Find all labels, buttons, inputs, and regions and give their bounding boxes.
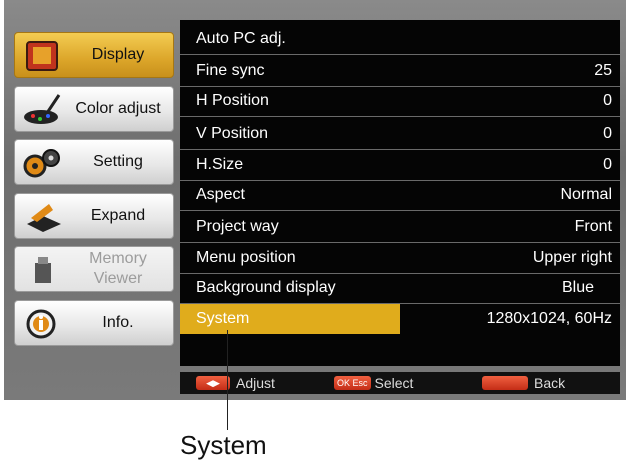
callout-label: System xyxy=(180,430,267,460)
sidebar-item-memory-viewer[interactable]: Memory Viewer xyxy=(14,246,174,292)
row-value: Front xyxy=(574,218,612,235)
adjust-arrows-icon: ◀▶ xyxy=(196,376,230,390)
row-value: Normal xyxy=(560,186,612,203)
color-adjust-icon xyxy=(24,94,61,124)
sidebar-item-display[interactable]: Display xyxy=(14,32,174,78)
row-label: V Position xyxy=(196,125,269,142)
row-value: 0 xyxy=(603,125,612,142)
sidebar-item-setting[interactable]: Setting xyxy=(14,139,174,185)
sidebar-item-label: Color adjust xyxy=(75,100,161,117)
row-value: Upper right xyxy=(532,249,612,266)
callout-line xyxy=(227,330,228,430)
expand-icon xyxy=(27,204,61,232)
row-label: System xyxy=(196,310,250,327)
sidebar-item-expand[interactable]: Expand xyxy=(14,193,174,239)
row-value: Blue xyxy=(561,279,594,296)
row-label: Aspect xyxy=(196,186,245,203)
menu-row-menu-position[interactable]: Menu position Upper right xyxy=(180,243,620,274)
row-value: 0 xyxy=(603,156,612,173)
bottom-bar: ◀▶ Adjust OK Esc Select Back xyxy=(180,372,620,394)
sidebar-item-label: Memory Viewer xyxy=(89,250,147,287)
row-label: Menu position xyxy=(196,249,296,266)
info-icon xyxy=(26,309,56,339)
sidebar-item-color-adjust[interactable]: Color adjust xyxy=(14,86,174,132)
row-value: 0 xyxy=(603,92,612,109)
adjust-hint: ◀▶ Adjust xyxy=(196,374,275,392)
menu-row-fine-sync[interactable]: Fine sync 25 xyxy=(180,56,620,87)
sidebar-item-label: Info. xyxy=(102,314,134,331)
sidebar-item-label: Expand xyxy=(90,207,146,224)
menu-key-icon xyxy=(482,376,528,390)
menu-row-h-position[interactable]: H Position 0 xyxy=(180,86,620,117)
row-label: Background display xyxy=(196,279,336,296)
menu-row-auto-pc-adj[interactable]: Auto PC adj. xyxy=(180,24,620,55)
menu-row-aspect[interactable]: Aspect Normal xyxy=(180,180,620,211)
back-label: Back xyxy=(534,375,566,391)
display-icon xyxy=(26,41,58,71)
setting-icon xyxy=(23,149,60,178)
sidebar-item-label: Setting xyxy=(93,153,143,170)
row-label: H.Size xyxy=(196,156,244,173)
row-label: Project way xyxy=(196,218,279,235)
menu-row-system[interactable]: System 1280x1024, 60Hz xyxy=(180,304,620,334)
row-value: 1280x1024, 60Hz xyxy=(486,310,612,327)
adjust-label: Adjust xyxy=(236,375,275,391)
sidebar-item-label: Display xyxy=(91,46,145,63)
menu-row-h-size[interactable]: H.Size 0 xyxy=(180,150,620,181)
row-label: H Position xyxy=(196,92,269,109)
ok-key-icon: OK Esc xyxy=(334,376,371,390)
sidebar-item-info[interactable]: Info. xyxy=(14,300,174,346)
projector-menu: Display Color adjust Setting Expand Memo… xyxy=(4,0,626,400)
select-hint: OK Esc Select xyxy=(334,374,413,392)
display-submenu: Auto PC adj. Fine sync 25 H Position 0 V… xyxy=(180,20,620,366)
menu-row-v-position[interactable]: V Position 0 xyxy=(180,119,620,150)
memory-viewer-icon xyxy=(35,257,51,283)
row-value: 25 xyxy=(594,62,612,79)
menu-row-background-display[interactable]: Background display Blue xyxy=(180,273,620,304)
select-label: Select xyxy=(374,375,414,391)
menu-row-project-way[interactable]: Project way Front xyxy=(180,212,620,243)
row-label: Fine sync xyxy=(196,62,265,79)
back-hint: Back xyxy=(482,374,565,392)
row-label: Auto PC adj. xyxy=(196,30,286,47)
